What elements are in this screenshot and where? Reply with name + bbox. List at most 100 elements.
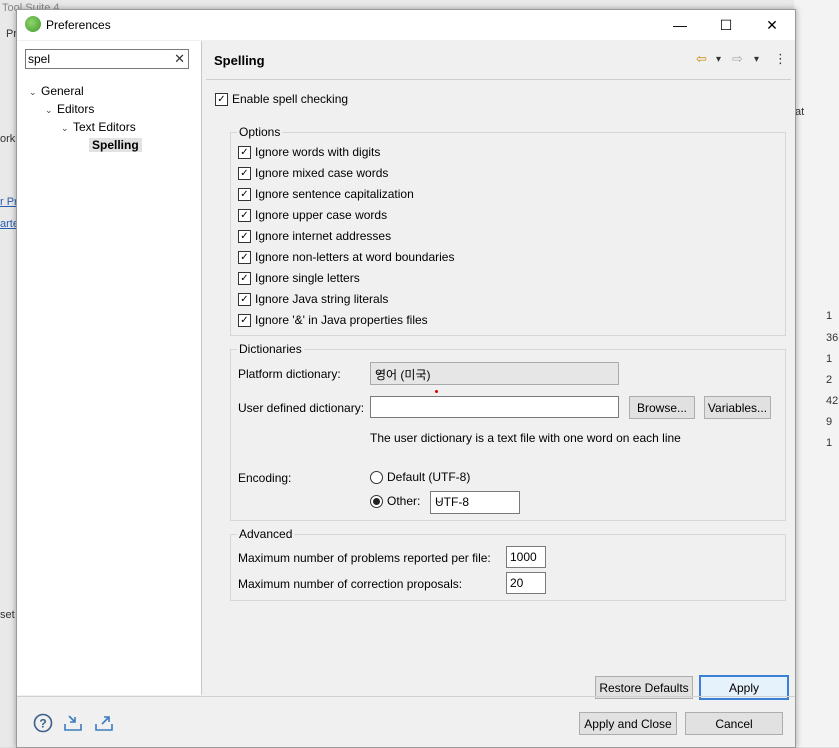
encoding-label: Encoding:: [238, 471, 292, 485]
footer-separator: [17, 696, 795, 697]
window-title: Preferences: [46, 18, 111, 32]
radio-label: Other:: [387, 494, 421, 508]
apply-and-close-button[interactable]: Apply and Close: [579, 712, 677, 735]
background-text: 36: [826, 332, 839, 344]
checkbox-label: Ignore internet addresses: [255, 229, 392, 243]
background-text: 42: [826, 395, 839, 407]
title-bar: Preferences — ☐ ✕: [17, 10, 795, 40]
back-menu-icon[interactable]: ▾: [716, 54, 721, 65]
close-button[interactable]: ✕: [749, 10, 795, 40]
ignore-non-letters-checkbox[interactable]: ✓ Ignore non-letters at word boundaries: [238, 248, 454, 266]
svg-text:?: ?: [39, 717, 46, 731]
export-icon[interactable]: [94, 713, 114, 733]
expand-icon[interactable]: ⌄: [29, 83, 41, 101]
max-problems-input[interactable]: 1000: [506, 546, 546, 568]
chevron-down-icon: ⌄: [435, 495, 444, 506]
radio-circle[interactable]: [370, 470, 383, 484]
ignore-digits-checkbox[interactable]: ✓ Ignore words with digits: [238, 143, 380, 161]
enable-spell-checking-checkbox[interactable]: ✓ Enable spell checking: [215, 90, 348, 108]
expand-icon[interactable]: ⌄: [61, 119, 73, 137]
dictionaries-group-title: Dictionaries: [237, 342, 304, 356]
advanced-group-title: Advanced: [237, 527, 295, 541]
user-dictionary-label: User defined dictionary:: [238, 401, 365, 415]
browse-button[interactable]: Browse...: [629, 396, 695, 419]
user-dictionary-hint: The user dictionary is a text file with …: [370, 431, 681, 445]
filter-field[interactable]: ✕: [25, 49, 189, 69]
checkbox-box[interactable]: ✓: [238, 187, 251, 201]
chevron-down-icon: ⌄: [375, 366, 384, 377]
checkbox-box[interactable]: ✓: [238, 313, 251, 327]
default-encoding-radio[interactable]: Default (UTF-8): [370, 468, 470, 486]
tree-item-general[interactable]: ⌄ General: [29, 82, 84, 100]
checkbox-box[interactable]: ✓: [215, 92, 228, 106]
platform-dictionary-label: Platform dictionary:: [238, 367, 341, 381]
background-text: 1: [826, 310, 833, 322]
preference-tree-pane: ✕ ⌄General ⌄Editors ⌄Text Editors Spelli…: [17, 41, 202, 695]
checkbox-box[interactable]: ✓: [238, 271, 251, 285]
ignore-single-letters-checkbox[interactable]: ✓ Ignore single letters: [238, 269, 360, 287]
ignore-ampersand-checkbox[interactable]: ✓ Ignore '&' in Java properties files: [238, 311, 428, 329]
minimize-button[interactable]: —: [657, 10, 703, 40]
back-arrow-icon[interactable]: ⇦: [696, 51, 707, 67]
import-icon[interactable]: [63, 713, 83, 733]
spring-leaf-icon: [25, 16, 41, 32]
clear-filter-icon[interactable]: ✕: [174, 51, 185, 67]
expand-icon[interactable]: ⌄: [45, 101, 57, 119]
checkbox-label: Ignore mixed case words: [255, 166, 389, 180]
maximize-button[interactable]: ☐: [703, 10, 749, 40]
background-text: 1: [826, 353, 833, 365]
ignore-upper-case-checkbox[interactable]: ✓ Ignore upper case words: [238, 206, 387, 224]
checkbox-label: Ignore single letters: [255, 271, 360, 285]
checkbox-box[interactable]: ✓: [238, 208, 251, 222]
background-text: 9: [826, 416, 833, 428]
preferences-dialog: Preferences — ☐ ✕ ✕ ⌄General ⌄Editors ⌄T…: [16, 9, 796, 748]
checkbox-box[interactable]: ✓: [238, 292, 251, 306]
other-encoding-radio[interactable]: Other:: [370, 492, 420, 510]
ignore-internet-addresses-checkbox[interactable]: ✓ Ignore internet addresses: [238, 227, 391, 245]
radio-label: Default (UTF-8): [387, 470, 471, 484]
page-title: Spelling: [214, 53, 265, 68]
ignore-sentence-capitalization-checkbox[interactable]: ✓ Ignore sentence capitalization: [238, 185, 414, 203]
checkbox-label: Enable spell checking: [232, 92, 349, 106]
checkbox-label: Ignore Java string literals: [255, 292, 389, 306]
tree-item-label: General: [41, 84, 84, 98]
checkbox-label: Ignore words with digits: [255, 145, 381, 159]
ignore-mixed-case-checkbox[interactable]: ✓ Ignore mixed case words: [238, 164, 388, 182]
max-proposals-label: Maximum number of correction proposals:: [238, 577, 463, 591]
platform-dictionary-select[interactable]: 영어 (미국) ⌄: [370, 362, 619, 385]
background-text: ork: [0, 133, 16, 145]
checkbox-box[interactable]: ✓: [238, 145, 251, 159]
forward-arrow-icon[interactable]: ⇨: [732, 51, 743, 67]
tree-item-editors[interactable]: ⌄ Editors: [45, 100, 94, 118]
checkbox-label: Ignore '&' in Java properties files: [255, 313, 428, 327]
checkbox-label: Ignore sentence capitalization: [255, 187, 414, 201]
checkbox-box[interactable]: ✓: [238, 229, 251, 243]
variables-button[interactable]: Variables...: [704, 396, 771, 419]
checkbox-box[interactable]: ✓: [238, 250, 251, 264]
max-proposals-input[interactable]: 20: [506, 572, 546, 594]
max-problems-label: Maximum number of problems reported per …: [238, 551, 491, 565]
view-menu-icon[interactable]: ⋮: [774, 51, 787, 67]
background-text: 2: [826, 374, 833, 386]
background-text: at: [795, 106, 805, 118]
checkbox-label: Ignore upper case words: [255, 208, 388, 222]
cancel-button[interactable]: Cancel: [685, 712, 783, 735]
background-text: 1: [826, 437, 833, 449]
checkbox-box[interactable]: ✓: [238, 166, 251, 180]
title-separator: [206, 79, 791, 80]
tree-item-label: Spelling: [89, 138, 142, 152]
help-icon[interactable]: ?: [33, 713, 53, 733]
spelling-page: Spelling ⇦ ▾ ⇨ ▾ ⋮ ✓ Enable spell checki…: [202, 41, 795, 700]
encoding-select[interactable]: UTF-8 ⌄: [430, 491, 520, 514]
tree-item-text-editors[interactable]: ⌄ Text Editors: [61, 118, 136, 136]
checkbox-label: Ignore non-letters at word boundaries: [255, 250, 455, 264]
radio-circle[interactable]: [370, 494, 383, 508]
tree-item-spelling[interactable]: Spelling: [89, 136, 142, 154]
background-text: set: [0, 609, 15, 621]
forward-menu-icon[interactable]: ▾: [754, 54, 759, 65]
ignore-java-string-literals-checkbox[interactable]: ✓ Ignore Java string literals: [238, 290, 388, 308]
filter-input[interactable]: [28, 51, 168, 66]
user-dictionary-input[interactable]: [370, 396, 619, 418]
input-value: 20: [510, 576, 524, 590]
spell-marker-dot: [435, 390, 438, 393]
